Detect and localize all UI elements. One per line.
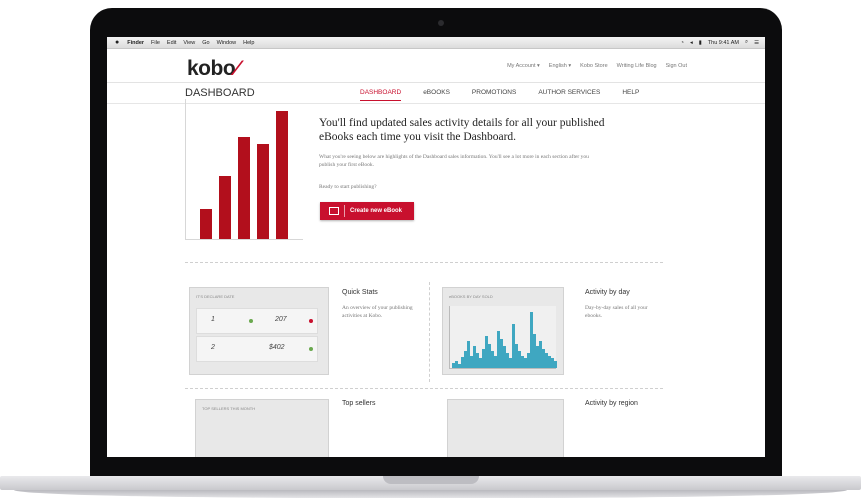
activity-thumb-head: eBOOKS BY DAY SOLD: [449, 294, 493, 299]
volume-icon[interactable]: ◂: [690, 40, 693, 46]
laptop-base-bottom: [14, 490, 847, 498]
promo-chart-bar: [219, 176, 231, 239]
hero-title: You'll find updated sales activity detai…: [319, 117, 605, 143]
create-ebook-label: Create new eBook: [350, 208, 403, 214]
quick-stats-thumbnail[interactable]: IT'S DECLARE DATE 1 207 2 $402: [189, 287, 329, 375]
create-ebook-button[interactable]: Create new eBook: [320, 202, 414, 220]
site-header: kobo∕ My Account ▾ English ▾ Kobo Store …: [107, 49, 765, 83]
activity-by-region-title[interactable]: Activity by region: [585, 400, 638, 407]
promo-chart-bar: [238, 137, 250, 239]
menu-edit[interactable]: Edit: [167, 40, 176, 46]
ready-text: Ready to start publishing?: [319, 184, 377, 190]
activity-chart-bar: [554, 360, 557, 368]
kobo-logo[interactable]: kobo∕: [187, 57, 239, 81]
hero-text: What you're seeing below are highlights …: [319, 154, 589, 168]
activity-by-day-thumbnail[interactable]: eBOOKS BY DAY SOLD: [442, 287, 564, 375]
top-sellers-title[interactable]: Top sellers: [342, 400, 375, 407]
nav-promotions[interactable]: PROMOTIONS: [472, 89, 516, 101]
menu-view[interactable]: View: [183, 40, 195, 46]
quick-stats-text: An overview of your publishing activitie…: [342, 305, 413, 319]
nav-help[interactable]: HELP: [622, 89, 639, 101]
list-icon[interactable]: ☰: [754, 40, 759, 46]
menu-window[interactable]: Window: [217, 40, 237, 46]
promo-bar-chart: [185, 99, 303, 240]
nav-ebooks[interactable]: eBOOKS: [423, 89, 450, 101]
nav-author-services[interactable]: AUTHOR SERVICES: [538, 89, 600, 101]
menu-help[interactable]: Help: [243, 40, 254, 46]
link-language[interactable]: English ▾: [549, 63, 571, 69]
menu-file[interactable]: File: [151, 40, 160, 46]
activity-bar-chart: [449, 306, 557, 369]
quick-stats-thumb-head: IT'S DECLARE DATE: [196, 294, 235, 299]
top-sellers-thumb-head: TOP SELLERS THIS MONTH: [202, 406, 256, 411]
laptop-notch: [383, 476, 479, 484]
top-sellers-thumbnail[interactable]: TOP SELLERS THIS MONTH: [195, 399, 329, 457]
mac-menubar: ● Finder File Edit View Go Window Help ◔…: [107, 37, 765, 49]
page-title: DASHBOARD: [185, 87, 255, 99]
wifi-icon[interactable]: ◔: [681, 40, 684, 46]
activity-by-day-title[interactable]: Activity by day: [585, 289, 630, 296]
quick-stats-row: 1 207: [196, 308, 318, 334]
quick-stats-row: 2 $402: [196, 336, 318, 362]
section-divider: [185, 388, 663, 389]
top-links: My Account ▾ English ▾ Kobo Store Writin…: [498, 63, 687, 69]
link-kobo-store[interactable]: Kobo Store: [580, 63, 608, 69]
menu-finder[interactable]: Finder: [127, 40, 144, 46]
button-separator: [344, 205, 345, 217]
edit-icon: [329, 207, 339, 215]
spotlight-icon[interactable]: ⌕: [745, 39, 748, 46]
quick-stats-title[interactable]: Quick Stats: [342, 289, 378, 296]
camera-icon: [438, 20, 444, 26]
section-divider: [185, 262, 663, 263]
status-dot-icon: [309, 347, 313, 351]
promo-chart-bar: [276, 111, 288, 239]
stat-value: $402: [269, 344, 285, 351]
promo-chart-bar: [200, 208, 212, 239]
status-dot-icon: [309, 319, 313, 323]
menu-go[interactable]: Go: [202, 40, 209, 46]
link-writing-life-blog[interactable]: Writing Life Blog: [617, 63, 657, 69]
stat-value: 2: [211, 344, 215, 351]
apple-icon[interactable]: ●: [115, 39, 119, 46]
status-dot-icon: [249, 319, 253, 323]
link-sign-out[interactable]: Sign Out: [666, 63, 687, 69]
link-my-account[interactable]: My Account ▾: [507, 63, 540, 69]
menubar-clock[interactable]: Thu 9:41 AM: [708, 40, 739, 46]
stat-value: 207: [275, 316, 287, 323]
activity-by-region-thumbnail[interactable]: [447, 399, 564, 457]
battery-icon[interactable]: ▮: [699, 40, 702, 46]
promo-chart-bar: [257, 143, 269, 239]
card-separator: [429, 282, 430, 382]
activity-by-day-text: Day-by-day sales of all your ebooks.: [585, 305, 648, 319]
stat-value: 1: [211, 316, 215, 323]
logo-slash-icon: ∕: [235, 57, 239, 80]
menubar-status: ◔ ◂ ▮ Thu 9:41 AM ⌕ ☰: [675, 39, 759, 46]
screen: ● Finder File Edit View Go Window Help ◔…: [107, 37, 765, 457]
nav-dashboard[interactable]: DASHBOARD: [360, 89, 402, 101]
